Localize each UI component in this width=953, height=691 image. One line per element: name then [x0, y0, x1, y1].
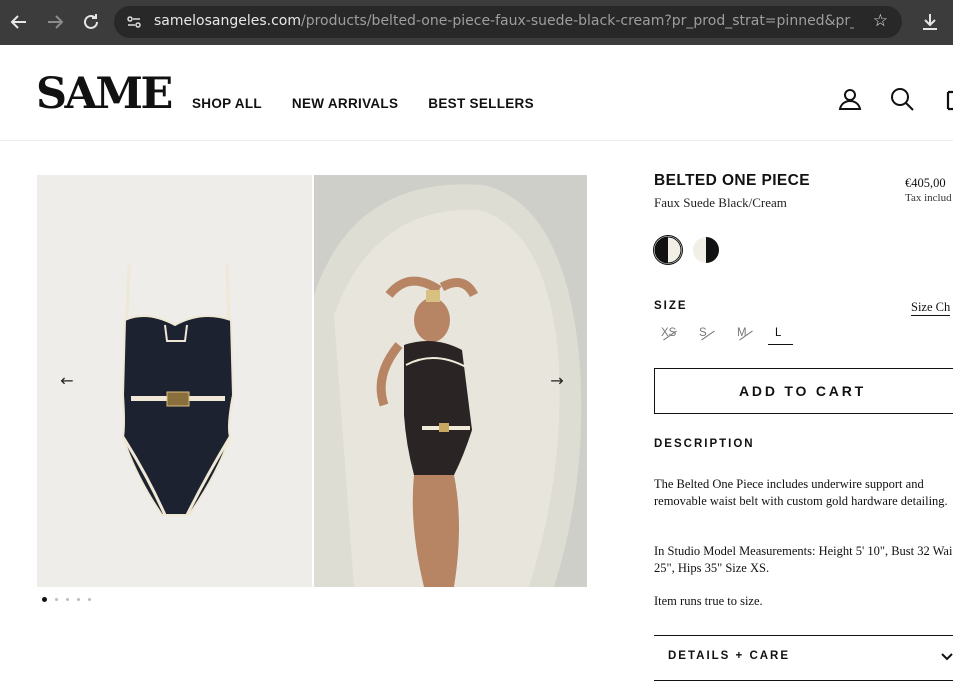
chevron-down-icon[interactable] [940, 650, 953, 664]
reload-icon[interactable] [79, 10, 103, 34]
size-option-l[interactable]: L [768, 327, 812, 345]
size-option-xs[interactable]: XS [660, 327, 698, 339]
description-paragraph: In Studio Model Measurements: Height 5' … [654, 544, 953, 575]
gallery-dot[interactable] [55, 598, 58, 601]
description-heading: DESCRIPTION [654, 438, 755, 450]
site-header: SAME SHOP ALL NEW ARRIVALS BEST SELLERS [0, 46, 953, 141]
back-arrow-icon[interactable] [7, 10, 31, 34]
product-title: BELTED ONE PIECE [654, 172, 810, 189]
description-paragraph: The Belted One Piece includes underwire … [654, 477, 948, 508]
nav-shop-all[interactable]: SHOP ALL [192, 96, 262, 111]
size-option-s[interactable]: S [698, 327, 736, 339]
swatch-cream-black[interactable] [692, 236, 720, 264]
gallery-dot[interactable] [42, 597, 47, 602]
description-paragraph: Item runs true to size. [654, 594, 763, 608]
gallery-dot[interactable] [77, 598, 80, 601]
cart-icon[interactable] [940, 86, 953, 112]
details-care-toggle[interactable]: DETAILS + CARE [668, 650, 790, 662]
product-subtitle: Faux Suede Black/Cream [654, 195, 787, 210]
product-gallery: ← → [37, 175, 587, 587]
swatch-black-cream[interactable] [654, 236, 682, 264]
forward-arrow-icon[interactable] [43, 10, 67, 34]
size-label: SIZE [654, 300, 688, 312]
gallery-prev-button[interactable]: ← [57, 371, 77, 391]
tax-note: Tax includ [905, 192, 952, 204]
size-options: XS S M L [660, 327, 812, 345]
product-price: €405,00 [905, 176, 946, 190]
gallery-dot[interactable] [66, 598, 69, 601]
size-option-m[interactable]: M [736, 327, 774, 339]
site-info-icon[interactable] [126, 14, 142, 30]
account-icon[interactable] [837, 86, 863, 112]
main-nav: SHOP ALL NEW ARRIVALS BEST SELLERS [192, 96, 534, 111]
product-image-flat[interactable] [37, 175, 312, 587]
gallery-dot[interactable] [88, 598, 91, 601]
size-chart-link[interactable]: Size Ch [911, 300, 951, 316]
divider [654, 680, 953, 681]
browser-toolbar: samelosangeles.com/products/belted-one-p… [0, 0, 953, 45]
download-icon[interactable] [918, 10, 942, 34]
nav-best-sellers[interactable]: BEST SELLERS [428, 96, 534, 111]
nav-new-arrivals[interactable]: NEW ARRIVALS [292, 96, 398, 111]
divider [654, 635, 953, 636]
search-icon[interactable] [889, 86, 915, 112]
address-bar[interactable]: samelosangeles.com/products/belted-one-p… [114, 6, 902, 38]
gallery-next-button[interactable]: → [547, 371, 567, 391]
url-text: samelosangeles.com/products/belted-one-p… [154, 13, 854, 29]
bookmark-star-icon[interactable]: ☆ [873, 11, 888, 31]
brand-logo[interactable]: SAME [36, 70, 173, 118]
add-to-cart-button[interactable]: ADD TO CART [654, 368, 953, 414]
gallery-pagination [42, 597, 91, 602]
